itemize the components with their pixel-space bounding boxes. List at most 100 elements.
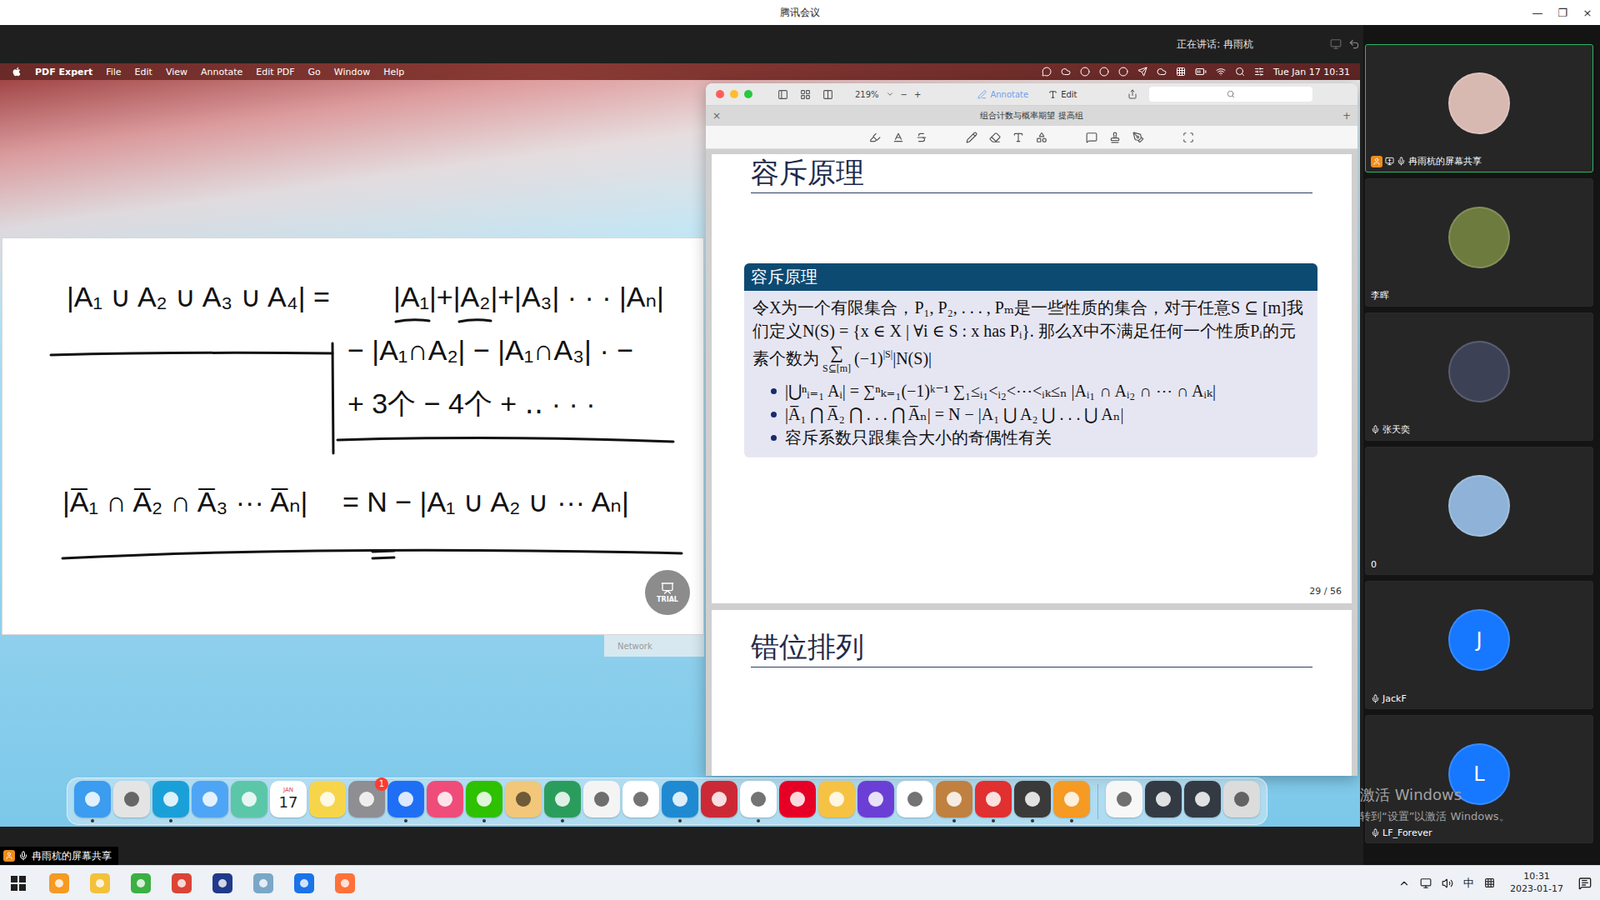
dock-item[interactable] (818, 780, 855, 823)
tab-close-button[interactable]: × (712, 110, 721, 122)
comment-icon[interactable] (1085, 131, 1098, 144)
app-status-icon[interactable] (1080, 66, 1090, 77)
app-status-icon[interactable] (1099, 66, 1110, 77)
grid-icon[interactable] (1175, 66, 1186, 77)
back-icon[interactable] (1348, 38, 1360, 50)
zoom-out-button[interactable]: − (900, 90, 908, 100)
highlighter-icon[interactable] (869, 131, 881, 144)
dock-item[interactable] (113, 780, 150, 823)
menu-item[interactable]: Edit PDF (255, 66, 295, 78)
calendar-icon[interactable]: JAN17 (270, 780, 307, 818)
menu-item[interactable]: Edit (135, 66, 153, 78)
select-icon[interactable] (1182, 131, 1195, 144)
participant-tile[interactable]: 冉雨杭的屏幕共享 (1365, 44, 1594, 173)
windows-logo-icon[interactable] (10, 875, 26, 891)
page-area[interactable]: 容斥原理容斥原理令X为一个有限集合，P₁, P₂, . . . , Pₘ是一些性… (705, 149, 1358, 776)
colorful-icon[interactable] (818, 780, 855, 818)
wechat-icon[interactable] (1041, 66, 1052, 77)
dock-item[interactable] (896, 780, 934, 823)
participant-tile[interactable]: 0 (1365, 446, 1594, 575)
launchpad-icon[interactable] (113, 780, 150, 818)
window-control-button[interactable]: ❐ (1550, 6, 1575, 20)
window-control-button[interactable]: — (1525, 6, 1550, 20)
chevron-up-icon[interactable] (1398, 877, 1410, 890)
trial-badge[interactable]: TRIAL (645, 570, 690, 615)
dock-item[interactable] (779, 780, 816, 823)
pencil-icon[interactable] (965, 131, 978, 144)
trash-icon[interactable] (1223, 780, 1260, 818)
zoom-in-button[interactable]: + (914, 90, 921, 100)
dock-item[interactable] (152, 780, 190, 823)
spotlight-icon[interactable] (1235, 66, 1245, 77)
menu-item[interactable]: Go (308, 66, 321, 78)
mail-icon[interactable] (191, 780, 229, 818)
textbox-icon[interactable] (1012, 131, 1025, 144)
devcpp-icon[interactable] (212, 873, 233, 894)
stamp-icon[interactable] (1109, 131, 1121, 144)
window-icon[interactable] (1145, 780, 1182, 818)
text-color-icon[interactable] (892, 131, 905, 144)
xmind-icon[interactable] (544, 780, 581, 818)
dock-item[interactable] (426, 780, 464, 823)
participant-tile[interactable]: 李晖 (1365, 178, 1594, 307)
dock-item[interactable] (740, 780, 777, 823)
sidebar-icon[interactable] (777, 89, 789, 100)
dock-item[interactable] (1223, 780, 1260, 823)
participant-tile[interactable]: LLF_Forever (1365, 715, 1594, 844)
chrome-icon[interactable] (171, 873, 192, 894)
close-button[interactable] (715, 90, 725, 99)
dock-item[interactable] (975, 780, 1012, 823)
dock-item[interactable] (387, 780, 425, 823)
vscode-icon[interactable] (661, 780, 699, 818)
two-page-icon[interactable] (822, 89, 834, 100)
search-field[interactable] (1149, 86, 1313, 102)
volume-icon[interactable] (1441, 877, 1454, 890)
dock-item[interactable] (1105, 780, 1143, 823)
menu-item[interactable]: File (105, 66, 121, 78)
dock-item[interactable] (622, 780, 660, 823)
app-menu[interactable]: PDF Expert (35, 66, 93, 78)
document-tab[interactable]: ×组合计数与概率期望 提高组+ (705, 105, 1358, 126)
dock-item[interactable] (230, 780, 268, 823)
wifi-icon[interactable] (1215, 66, 1226, 77)
shapes-icon[interactable] (1035, 131, 1048, 144)
netease-icon[interactable] (779, 780, 816, 818)
mode-tab[interactable]: Edit (1048, 90, 1077, 100)
menu-item[interactable]: View (165, 66, 188, 78)
thumbnails-icon[interactable] (800, 89, 811, 100)
dock-item[interactable] (191, 780, 229, 823)
acorn-icon[interactable] (935, 780, 973, 818)
eraser-icon[interactable] (989, 131, 1001, 144)
apple-icon[interactable] (11, 66, 22, 77)
dock-item[interactable] (1184, 780, 1221, 823)
finder-icon[interactable] (74, 780, 111, 818)
menu-item[interactable]: Annotate (200, 66, 243, 78)
notes-icon[interactable] (253, 873, 274, 894)
ime-indicator[interactable]: 中 (1463, 875, 1475, 891)
dock-item[interactable] (74, 780, 111, 823)
wechat-icon[interactable] (465, 780, 503, 818)
battery-icon[interactable] (1195, 65, 1207, 78)
green-icon[interactable] (130, 873, 151, 894)
view-icon[interactable] (1330, 38, 1342, 50)
dock-item[interactable] (505, 780, 542, 823)
dock-item[interactable] (583, 780, 620, 823)
start-icon[interactable] (8, 873, 29, 894)
sublime-icon[interactable] (1053, 780, 1090, 818)
cloud-icon[interactable] (1060, 66, 1071, 77)
preview-icon[interactable] (1105, 780, 1143, 818)
network-icon[interactable] (1420, 877, 1432, 890)
taskbar-clock[interactable]: 10:312023-01-17 (1510, 870, 1564, 896)
zoom-button[interactable] (744, 90, 753, 99)
dock-item[interactable] (700, 780, 738, 823)
lark-icon[interactable] (387, 780, 425, 818)
notification-icon[interactable] (1578, 876, 1592, 890)
whiteboard-window[interactable]: |A₁ ∪ A₂ ∪ A₃ ∪ A₄| =|A₁|+|A₂|+|A₃| · · … (1, 237, 705, 635)
tab-add-button[interactable]: + (1342, 110, 1351, 122)
settings-icon[interactable]: 1 (348, 780, 385, 818)
zoom-icon[interactable] (294, 873, 315, 894)
explorer-icon[interactable] (90, 873, 110, 894)
dock-item[interactable] (1145, 780, 1182, 823)
dock-item[interactable] (544, 780, 581, 823)
strikethrough-icon[interactable] (915, 131, 928, 144)
